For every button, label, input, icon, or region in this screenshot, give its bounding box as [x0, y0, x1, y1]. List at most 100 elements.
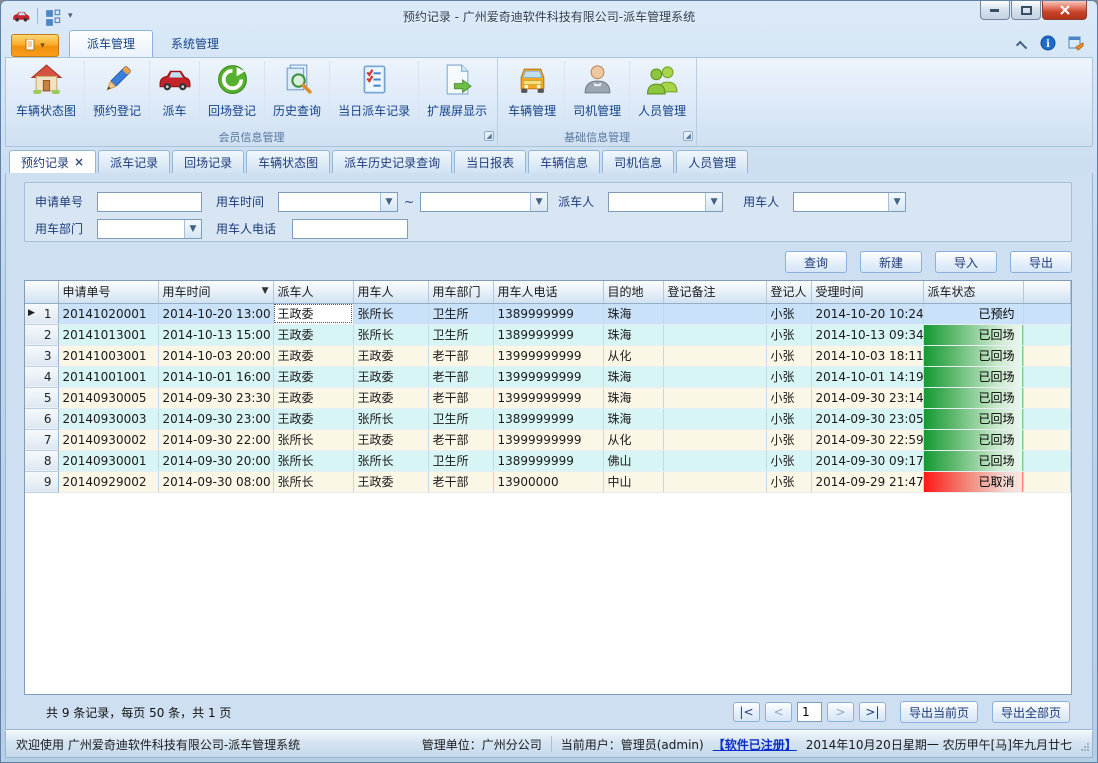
- table-cell[interactable]: 张所长: [273, 450, 353, 471]
- table-cell[interactable]: 13999999999: [493, 387, 603, 408]
- table-cell[interactable]: 小张: [766, 387, 811, 408]
- table-row[interactable]: 3201410030012014-10-03 20:00王政委王政委老干部139…: [25, 345, 1071, 366]
- dialog-launcher-icon[interactable]: ◢: [484, 131, 494, 141]
- table-row[interactable]: 8201409300012014-09-30 20:00张所长张所长卫生所138…: [25, 450, 1071, 471]
- ribbon-tab-系统管理[interactable]: 系统管理: [153, 30, 237, 57]
- doc-tab-预约记录[interactable]: 预约记录×: [9, 150, 96, 173]
- table-cell[interactable]: 老干部: [428, 429, 493, 450]
- table-cell[interactable]: 20140929002: [58, 471, 158, 492]
- table-row[interactable]: 7201409300022014-09-30 22:00张所长王政委老干部139…: [25, 429, 1071, 450]
- table-cell[interactable]: 从化: [603, 345, 663, 366]
- last-page-button[interactable]: >|: [859, 702, 886, 722]
- status-cell[interactable]: 已回场: [923, 366, 1023, 387]
- table-cell[interactable]: 2014-10-01 16:00: [158, 366, 273, 387]
- table-cell[interactable]: 2014-10-20 10:24: [811, 303, 923, 324]
- table-row[interactable]: ▶1201410200012014-10-20 13:00王政委张所长卫生所13…: [25, 303, 1071, 324]
- skin-style-icon[interactable]: [1068, 35, 1085, 54]
- export-all-pages-button[interactable]: 导出全部页: [992, 701, 1070, 723]
- table-cell[interactable]: 张所长: [353, 450, 428, 471]
- table-cell[interactable]: 20141013001: [58, 324, 158, 345]
- table-cell[interactable]: 卫生所: [428, 303, 493, 324]
- row-indicator-cell[interactable]: 7: [25, 429, 58, 450]
- table-cell[interactable]: 王政委: [273, 408, 353, 429]
- phone-input[interactable]: [292, 219, 408, 239]
- doc-tab-派车历史记录查询[interactable]: 派车历史记录查询: [332, 150, 452, 173]
- table-cell[interactable]: [663, 471, 766, 492]
- request-no-input[interactable]: [97, 192, 202, 212]
- table-cell[interactable]: 2014-10-20 13:00: [158, 303, 273, 324]
- table-cell[interactable]: 卫生所: [428, 324, 493, 345]
- help-info-icon[interactable]: i: [1040, 35, 1056, 54]
- table-cell[interactable]: 2014-10-03 20:00: [158, 345, 273, 366]
- table-cell[interactable]: [663, 408, 766, 429]
- status-cell[interactable]: 已回场: [923, 345, 1023, 366]
- table-cell[interactable]: 小张: [766, 366, 811, 387]
- table-cell[interactable]: 20140930003: [58, 408, 158, 429]
- table-cell[interactable]: 王政委: [273, 345, 353, 366]
- application-menu-button[interactable]: ▾: [11, 34, 59, 57]
- table-cell[interactable]: 20140930002: [58, 429, 158, 450]
- import-button[interactable]: 导入: [935, 251, 997, 273]
- table-cell[interactable]: 2014-09-30 23:05: [811, 408, 923, 429]
- table-cell[interactable]: 老干部: [428, 387, 493, 408]
- table-cell[interactable]: [663, 324, 766, 345]
- collapse-ribbon-icon[interactable]: [1016, 40, 1027, 51]
- table-cell[interactable]: 1389999999: [493, 324, 603, 345]
- table-cell[interactable]: 张所长: [353, 303, 428, 324]
- titlebar[interactable]: ▾ 预约记录 - 广州爱奇迪软件科技有限公司-派车管理系统: [5, 1, 1093, 31]
- status-cell[interactable]: 已回场: [923, 387, 1023, 408]
- column-header-用车部门[interactable]: 用车部门: [428, 281, 493, 303]
- table-cell[interactable]: 小张: [766, 303, 811, 324]
- doc-tab-当日报表[interactable]: 当日报表: [454, 150, 526, 173]
- prev-page-button[interactable]: <: [765, 702, 792, 722]
- table-cell[interactable]: [663, 345, 766, 366]
- first-page-button[interactable]: |<: [733, 702, 760, 722]
- next-page-button[interactable]: >: [827, 702, 854, 722]
- doc-tab-车辆信息[interactable]: 车辆信息: [528, 150, 600, 173]
- table-cell[interactable]: 老干部: [428, 345, 493, 366]
- sort-caret-icon[interactable]: ▼: [262, 286, 269, 296]
- table-cell[interactable]: 2014-10-13 09:34: [811, 324, 923, 345]
- doc-tab-派车记录[interactable]: 派车记录: [98, 150, 170, 173]
- table-cell[interactable]: 13999999999: [493, 366, 603, 387]
- ribbon-button-派车[interactable]: 派车: [150, 61, 200, 128]
- table-cell[interactable]: 2014-09-30 23:00: [158, 408, 273, 429]
- table-cell[interactable]: 2014-10-01 14:19: [811, 366, 923, 387]
- use-time-to-combo[interactable]: ▼: [420, 192, 548, 212]
- resize-grip[interactable]: [1080, 741, 1090, 755]
- table-row[interactable]: 6201409300032014-09-30 23:00王政委张所长卫生所138…: [25, 408, 1071, 429]
- column-header-登记备注[interactable]: 登记备注: [663, 281, 766, 303]
- table-row[interactable]: 4201410010012014-10-01 16:00王政委王政委老干部139…: [25, 366, 1071, 387]
- table-cell[interactable]: 2014-09-30 23:14: [811, 387, 923, 408]
- doc-tab-车辆状态图[interactable]: 车辆状态图: [246, 150, 330, 173]
- table-cell[interactable]: 20141020001: [58, 303, 158, 324]
- doc-tab-人员管理[interactable]: 人员管理: [676, 150, 748, 173]
- ribbon-tab-派车管理[interactable]: 派车管理: [69, 30, 153, 57]
- passenger-combo[interactable]: ▼: [793, 192, 906, 212]
- status-cell[interactable]: 已回场: [923, 450, 1023, 471]
- table-row[interactable]: 5201409300052014-09-30 23:30王政委王政委老干部139…: [25, 387, 1071, 408]
- table-cell[interactable]: 13900000: [493, 471, 603, 492]
- row-indicator-cell[interactable]: 4: [25, 366, 58, 387]
- chevron-down-icon[interactable]: ▼: [380, 193, 397, 211]
- table-cell[interactable]: 王政委: [353, 429, 428, 450]
- status-cell[interactable]: 已回场: [923, 429, 1023, 450]
- table-cell[interactable]: 王政委: [273, 303, 353, 324]
- maximize-button[interactable]: [1011, 1, 1041, 20]
- table-cell[interactable]: 佛山: [603, 450, 663, 471]
- page-number-input[interactable]: [797, 702, 822, 722]
- table-cell[interactable]: 13999999999: [493, 429, 603, 450]
- row-indicator-cell[interactable]: 3: [25, 345, 58, 366]
- column-header-申请单号[interactable]: 申请单号: [58, 281, 158, 303]
- table-cell[interactable]: 1389999999: [493, 408, 603, 429]
- table-cell[interactable]: 20140930005: [58, 387, 158, 408]
- column-header-目的地[interactable]: 目的地: [603, 281, 663, 303]
- table-cell[interactable]: 小张: [766, 324, 811, 345]
- license-link[interactable]: 【软件已注册】: [713, 736, 797, 753]
- ribbon-button-车辆管理[interactable]: 车辆管理: [500, 61, 565, 128]
- ribbon-button-历史查询[interactable]: 历史查询: [265, 61, 330, 128]
- doc-tab-回场记录[interactable]: 回场记录: [172, 150, 244, 173]
- table-cell[interactable]: 小张: [766, 450, 811, 471]
- column-header-用车人[interactable]: 用车人: [353, 281, 428, 303]
- table-cell[interactable]: 2014-09-30 20:00: [158, 450, 273, 471]
